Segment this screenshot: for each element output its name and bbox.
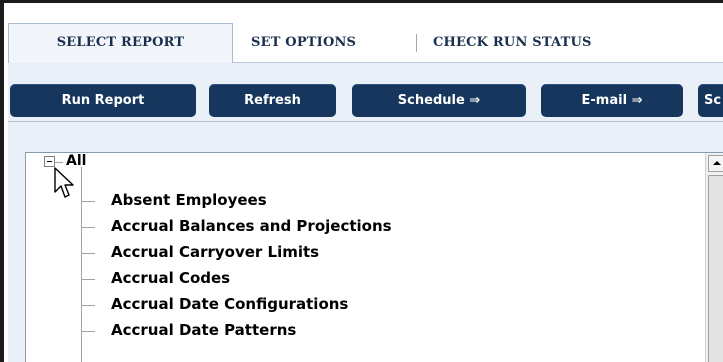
arrow-up-icon[interactable] bbox=[708, 155, 723, 172]
refresh-button[interactable]: Refresh bbox=[209, 84, 336, 117]
run-report-button[interactable]: Run Report bbox=[10, 84, 196, 117]
action-toolbar: Run Report Refresh Schedule ⇒ E-mail ⇒ S… bbox=[8, 63, 723, 122]
tree-connector bbox=[81, 201, 95, 202]
email-button[interactable]: E-mail ⇒ bbox=[541, 84, 683, 117]
scrollbar-thumb[interactable] bbox=[708, 175, 723, 362]
tree-connector bbox=[81, 305, 95, 306]
tab-set-options[interactable]: SET OPTIONS bbox=[251, 24, 356, 61]
tree-item[interactable]: Accrual Balances and Projections bbox=[111, 217, 392, 235]
content-area: All Absent Employees Accrual Balances an… bbox=[8, 122, 723, 362]
report-tree[interactable]: All Absent Employees Accrual Balances an… bbox=[25, 152, 723, 362]
tree-item[interactable]: Accrual Date Patterns bbox=[111, 321, 296, 339]
report-window: SELECT REPORT SET OPTIONS CHECK RUN STAT… bbox=[0, 0, 723, 362]
tree-connector bbox=[55, 162, 63, 163]
tab-check-run-status[interactable]: CHECK RUN STATUS bbox=[433, 24, 592, 61]
tree-item[interactable]: Absent Employees bbox=[111, 191, 267, 209]
tab-strip: SELECT REPORT SET OPTIONS CHECK RUN STAT… bbox=[8, 6, 723, 63]
tree-connector bbox=[81, 227, 95, 228]
tab-select-report[interactable]: SELECT REPORT bbox=[8, 23, 233, 63]
more-button[interactable]: Sc bbox=[698, 84, 723, 117]
tree-item[interactable]: Accrual Codes bbox=[111, 269, 230, 287]
tree-item[interactable]: Accrual Carryover Limits bbox=[111, 243, 319, 261]
tree-item[interactable]: Accrual Date Configurations bbox=[111, 295, 348, 313]
tree-connector bbox=[81, 167, 82, 362]
tab-divider bbox=[416, 34, 417, 52]
vertical-scrollbar[interactable] bbox=[705, 153, 723, 362]
tree-connector bbox=[81, 253, 95, 254]
tree-connector bbox=[81, 331, 95, 332]
tree-connector bbox=[81, 279, 95, 280]
mouse-pointer-icon bbox=[54, 167, 74, 198]
minus-box-icon[interactable] bbox=[44, 156, 55, 167]
schedule-button[interactable]: Schedule ⇒ bbox=[352, 84, 526, 117]
